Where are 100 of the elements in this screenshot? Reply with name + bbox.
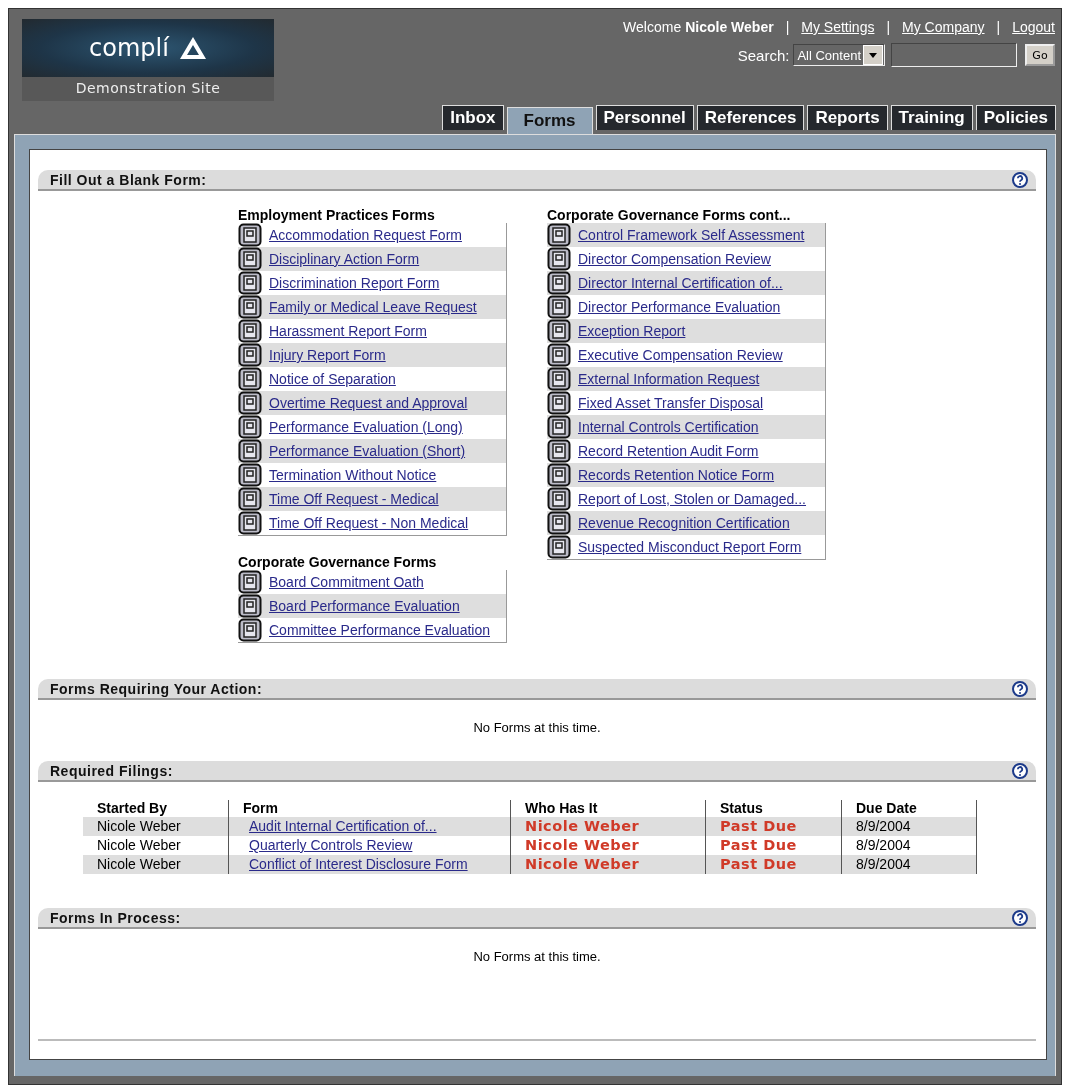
table-cell: Nicole Weber	[511, 855, 706, 874]
form-icon	[238, 319, 262, 343]
search-scope-dropdown[interactable]: All Content	[793, 44, 885, 66]
header-link[interactable]: Logout	[1012, 19, 1055, 35]
table-cell: Nicole Weber	[83, 817, 229, 836]
logo-icon	[178, 36, 207, 60]
section-title: Fill Out a Blank Form:	[50, 171, 207, 188]
form-link[interactable]: Injury Report Form	[269, 347, 386, 363]
nav-tab[interactable]: Reports	[807, 105, 888, 130]
form-link[interactable]: Records Retention Notice Form	[578, 467, 775, 483]
form-icon	[238, 463, 262, 487]
section-title: Forms In Process:	[50, 909, 181, 926]
site-subtitle: Demonstration Site	[75, 80, 221, 96]
form-link[interactable]: Time Off Request - Non Medical	[269, 515, 469, 531]
nav-tab[interactable]: Forms	[506, 107, 593, 134]
form-icon	[547, 295, 571, 319]
form-link[interactable]: Board Performance Evaluation	[269, 598, 460, 614]
table-cell: Nicole Weber	[83, 855, 229, 874]
header-link[interactable]: My Settings	[801, 19, 875, 35]
status-cell: Past Due	[706, 817, 842, 836]
welcome-text: Welcome	[623, 19, 682, 35]
help-icon[interactable]	[1012, 762, 1028, 779]
form-icon	[238, 223, 262, 247]
search-field[interactable]	[891, 43, 1017, 67]
form-link[interactable]: Director Performance Evaluation	[578, 299, 781, 315]
form-icon	[547, 343, 571, 367]
form-link[interactable]: Time Off Request - Medical	[269, 491, 439, 507]
nav-tab[interactable]: Training	[890, 105, 973, 130]
nav-tab[interactable]: Inbox	[442, 105, 504, 130]
status-cell: Past Due	[706, 855, 842, 874]
form-link[interactable]: Audit Internal Certification of...	[229, 817, 511, 836]
form-link[interactable]: Performance Evaluation (Long)	[269, 419, 463, 435]
form-link[interactable]: Discrimination Report Form	[269, 275, 440, 291]
form-link[interactable]: Notice of Separation	[269, 371, 396, 387]
logo[interactable]: complí Demonstration Site	[22, 19, 274, 101]
separator: |	[785, 19, 790, 35]
form-icon	[547, 271, 571, 295]
user-name: Nicole Weber	[685, 19, 774, 35]
separator: |	[886, 19, 891, 35]
group-heading: Employment Practices Forms	[238, 207, 436, 223]
empty-message: No Forms at this time.	[473, 949, 601, 964]
caret-icon[interactable]	[863, 45, 883, 65]
group-heading: Corporate Governance Forms	[238, 554, 438, 570]
form-icon	[547, 367, 571, 391]
section-title: Forms Requiring Your Action:	[50, 680, 263, 697]
go-button[interactable]: Go	[1025, 44, 1055, 66]
form-icon	[238, 594, 262, 618]
form-icon	[238, 391, 262, 415]
form-link[interactable]: Report of Lost, Stolen or Damaged...	[578, 491, 806, 507]
form-icon	[238, 618, 262, 642]
form-link[interactable]: Internal Controls Certification	[578, 419, 759, 435]
form-link[interactable]: Board Commitment Oath	[269, 574, 424, 590]
form-link[interactable]: Performance Evaluation (Short)	[269, 443, 466, 459]
form-link[interactable]: Director Compensation Review	[578, 251, 771, 267]
form-link[interactable]: Control Framework Self Assessment	[578, 227, 805, 243]
form-link[interactable]: Executive Compensation Review	[578, 347, 783, 363]
form-link[interactable]: Exception Report	[578, 323, 686, 339]
form-icon	[547, 415, 571, 439]
help-icon[interactable]	[1012, 171, 1028, 188]
nav-tab[interactable]: References	[696, 105, 805, 130]
form-link[interactable]: Committee Performance Evaluation	[269, 622, 490, 638]
help-icon[interactable]	[1012, 909, 1028, 926]
form-link[interactable]: Disciplinary Action Form	[269, 251, 420, 267]
form-link[interactable]: Record Retention Audit Form	[578, 443, 759, 459]
nav-tab[interactable]: Policies	[975, 105, 1056, 130]
section-title: Required Filings:	[50, 762, 173, 779]
form-icon	[547, 487, 571, 511]
group-heading: Corporate Governance Forms cont...	[547, 207, 792, 223]
form-icon	[547, 463, 571, 487]
form-icon	[238, 570, 262, 594]
form-icon	[238, 439, 262, 463]
form-link[interactable]: Termination Without Notice	[269, 467, 437, 483]
form-icon	[238, 415, 262, 439]
form-link[interactable]: External Information Request	[578, 371, 760, 387]
form-link[interactable]: Family or Medical Leave Request	[269, 299, 477, 315]
form-link[interactable]: Revenue Recognition Certification	[578, 515, 790, 531]
form-icon	[547, 223, 571, 247]
form-link[interactable]: Suspected Misconduct Report Form	[578, 539, 802, 555]
form-link[interactable]: Accommodation Request Form	[269, 227, 462, 243]
form-link[interactable]: Overtime Request and Approval	[269, 395, 468, 411]
form-link[interactable]: Fixed Asset Transfer Disposal	[578, 395, 764, 411]
nav-tab[interactable]: Personnel	[595, 105, 694, 130]
form-icon	[547, 319, 571, 343]
form-icon	[238, 367, 262, 391]
form-link[interactable]: Director Internal Certification of...	[578, 275, 783, 291]
header-link[interactable]: My Company	[902, 19, 985, 35]
search-label: Search:	[737, 46, 790, 64]
table-cell: 8/9/2004	[842, 817, 977, 836]
form-icon	[238, 295, 262, 319]
logo-wordmark: complí	[89, 34, 169, 62]
form-link[interactable]: Harassment Report Form	[269, 323, 427, 339]
form-icon	[238, 343, 262, 367]
form-link[interactable]: Conflict of Interest Disclosure Form	[229, 855, 511, 874]
form-icon	[238, 487, 262, 511]
separator: |	[996, 19, 1001, 35]
form-icon	[238, 511, 262, 535]
form-icon	[547, 439, 571, 463]
help-icon[interactable]	[1012, 680, 1028, 697]
empty-message: No Forms at this time.	[473, 720, 601, 735]
form-icon	[238, 271, 262, 295]
